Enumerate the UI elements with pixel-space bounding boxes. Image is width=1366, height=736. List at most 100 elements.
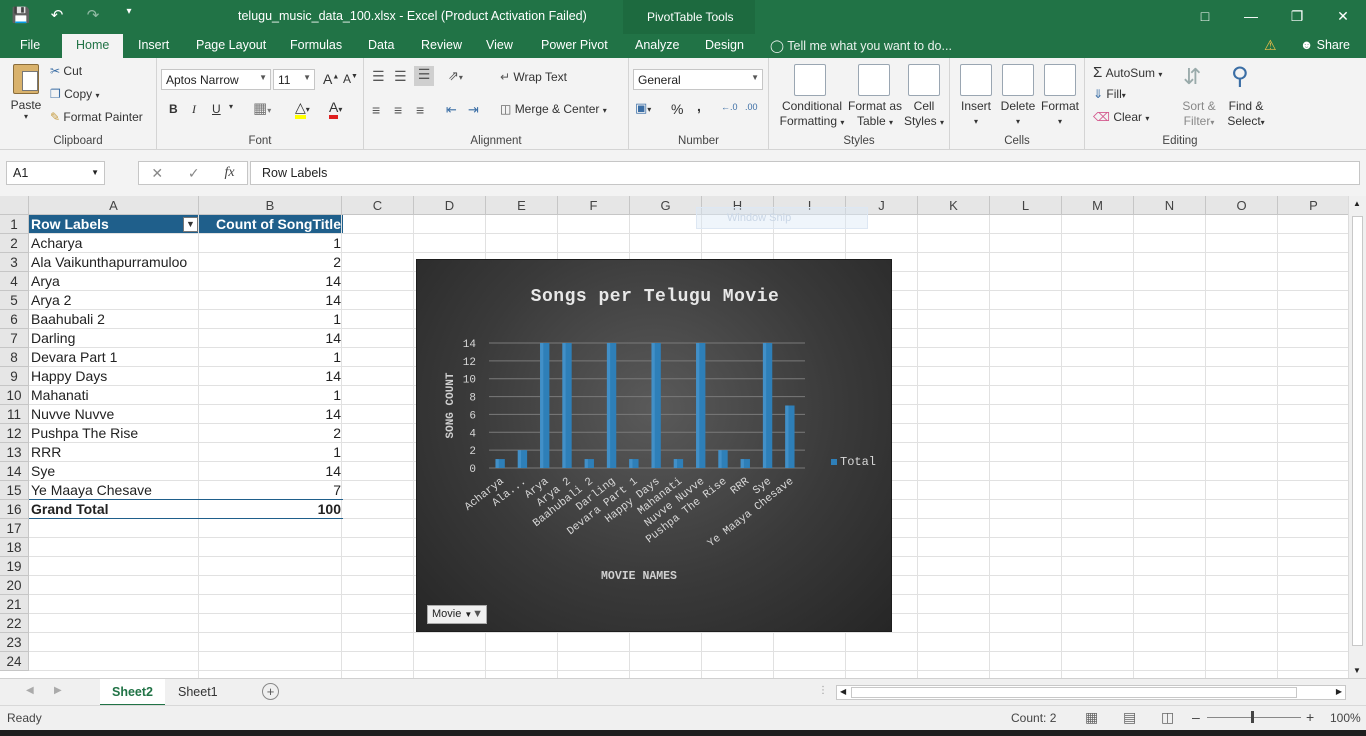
pivot-row-value[interactable]: 14 [200, 405, 341, 424]
cancel-entry-icon[interactable]: ✕ [151, 165, 163, 182]
column-header[interactable]: B [199, 196, 342, 215]
movie-filter-button[interactable]: Movie ▼ ▼ [427, 605, 487, 624]
number-format-combo[interactable]: General ▼ [633, 69, 763, 90]
tab-formulas[interactable]: Formulas [290, 38, 342, 52]
pivot-row-label[interactable]: Ala Vaikunthapurramuloo [31, 253, 199, 272]
find-select-button[interactable]: Find & Select▾ [1225, 99, 1267, 130]
sheet-tab-sheet1[interactable]: Sheet1 [166, 679, 230, 706]
column-header[interactable]: M [1062, 196, 1134, 215]
row-header[interactable]: 20 [0, 576, 29, 595]
grand-total-value[interactable]: 100 [200, 500, 341, 519]
row-header[interactable]: 10 [0, 386, 29, 405]
delete-cells-button[interactable]: Delete ▾ [998, 99, 1038, 129]
fill-color-icon[interactable]: △▾ [295, 99, 310, 119]
minimize-icon[interactable]: — [1228, 0, 1274, 32]
sort-filter-button[interactable]: Sort & Filter▾ [1181, 99, 1217, 130]
align-left-icon[interactable]: ≡ [372, 102, 380, 118]
pivot-row-label[interactable]: Mahanati [31, 386, 199, 405]
font-color-icon[interactable]: A▾ [329, 99, 342, 119]
restore-icon[interactable]: ❐ [1274, 0, 1320, 32]
borders-icon[interactable]: ▦▾ [253, 99, 271, 117]
conditional-formatting-button[interactable]: Conditional Formatting ▾ [777, 99, 847, 130]
pivot-row-label[interactable]: RRR [31, 443, 199, 462]
row-header[interactable]: 6 [0, 310, 29, 329]
tab-design[interactable]: Design [705, 38, 744, 52]
zoom-slider[interactable] [1207, 717, 1301, 718]
row-header[interactable]: 7 [0, 329, 29, 348]
pivot-chart[interactable]: 0 2 4 6 8 10 12 14 SONG COUNT Acharya Ala... Arya Ar… [416, 259, 892, 632]
pivot-row-label[interactable]: Pushpa The Rise [31, 424, 199, 443]
vertical-scroll-thumb[interactable] [1352, 216, 1363, 646]
pivot-row-value[interactable]: 14 [200, 462, 341, 481]
align-center-icon[interactable]: ≡ [394, 102, 402, 118]
row-header[interactable]: 19 [0, 557, 29, 576]
normal-view-icon[interactable]: ▦ [1085, 709, 1098, 726]
pivot-row-value[interactable]: 1 [200, 386, 341, 405]
pivot-header-count[interactable]: Count of SongTitle [200, 215, 341, 234]
increase-indent-icon[interactable]: ⇥ [468, 102, 479, 118]
tab-home[interactable]: Home [62, 34, 124, 58]
pivot-row-value[interactable]: 14 [200, 329, 341, 348]
font-size-combo[interactable]: 11 ▼ [273, 69, 315, 90]
increase-decimal-icon[interactable]: ←.0 [721, 102, 738, 112]
close-icon[interactable]: ✕ [1320, 0, 1366, 32]
zoom-slider-thumb[interactable] [1251, 711, 1254, 723]
tab-analyze[interactable]: Analyze [635, 38, 679, 52]
grow-font-icon[interactable]: A▲ [323, 71, 339, 87]
merge-center-button[interactable]: ◫ Merge & Center ▾ [500, 102, 607, 116]
row-header[interactable]: 5 [0, 291, 29, 310]
align-top-icon[interactable]: ☰ [372, 68, 385, 85]
pivot-row-value[interactable]: 1 [200, 234, 341, 253]
vertical-scrollbar[interactable]: ▲ ▼ [1348, 196, 1366, 678]
tab-insert[interactable]: Insert [138, 38, 169, 52]
row-header[interactable]: 4 [0, 272, 29, 291]
redo-icon[interactable]: ↷ [82, 6, 104, 24]
pivot-row-label[interactable]: Arya [31, 272, 199, 291]
format-cells-button[interactable]: Format ▾ [1040, 99, 1080, 129]
tab-page-layout[interactable]: Page Layout [196, 38, 266, 52]
pivot-row-value[interactable]: 1 [200, 310, 341, 329]
row-header[interactable]: 14 [0, 462, 29, 481]
underline-button[interactable]: U [212, 102, 221, 116]
zoom-out-icon[interactable]: – [1192, 709, 1200, 725]
pivot-row-value[interactable]: 1 [200, 348, 341, 367]
prev-sheet-icon[interactable]: ◀ [26, 685, 34, 696]
align-right-icon[interactable]: ≡ [416, 102, 424, 118]
orientation-icon[interactable]: ⇗▾ [448, 68, 463, 84]
pivot-row-label[interactable]: Devara Part 1 [31, 348, 199, 367]
tab-power-pivot[interactable]: Power Pivot [541, 38, 608, 52]
add-sheet-icon[interactable]: + [262, 683, 279, 700]
fill-button[interactable]: ⇓ Fill▾ [1093, 87, 1126, 101]
pivot-row-label[interactable]: Arya 2 [31, 291, 199, 310]
row-header[interactable]: 18 [0, 538, 29, 557]
row-header[interactable]: 13 [0, 443, 29, 462]
font-name-combo[interactable]: Aptos Narrow ▼ [161, 69, 271, 90]
scroll-left-icon[interactable]: ◀ [840, 687, 846, 696]
pivot-row-value[interactable]: 14 [200, 291, 341, 310]
row-header[interactable]: 16 [0, 500, 29, 519]
save-icon[interactable]: 💾 [10, 6, 32, 24]
row-header[interactable]: 21 [0, 595, 29, 614]
copy-button[interactable]: ❐ Copy ▾ [50, 87, 99, 101]
column-header[interactable]: D [414, 196, 486, 215]
column-header[interactable]: F [558, 196, 630, 215]
select-all-corner[interactable] [0, 196, 29, 215]
column-header[interactable]: O [1206, 196, 1278, 215]
column-header[interactable]: A [29, 196, 199, 215]
pivot-row-label[interactable]: Sye [31, 462, 199, 481]
pivot-row-value[interactable]: 2 [200, 424, 341, 443]
formula-input[interactable]: Row Labels [250, 161, 1360, 185]
column-header[interactable]: G [630, 196, 702, 215]
tab-file[interactable]: File [20, 38, 40, 52]
align-middle-icon[interactable]: ☰ [394, 68, 407, 85]
decrease-indent-icon[interactable]: ⇤ [446, 102, 457, 118]
pivot-row-value[interactable]: 14 [200, 272, 341, 291]
currency-icon[interactable]: ▣▾ [635, 100, 651, 116]
undo-icon[interactable]: ↶ [46, 6, 68, 24]
insert-cells-button[interactable]: Insert ▾ [958, 99, 994, 129]
row-header[interactable]: 11 [0, 405, 29, 424]
bold-button[interactable]: B [169, 102, 178, 116]
customize-qat-icon[interactable]: ▾ [118, 6, 140, 24]
splitter-icon[interactable]: ⋮ [818, 685, 828, 696]
row-header[interactable]: 24 [0, 652, 29, 671]
